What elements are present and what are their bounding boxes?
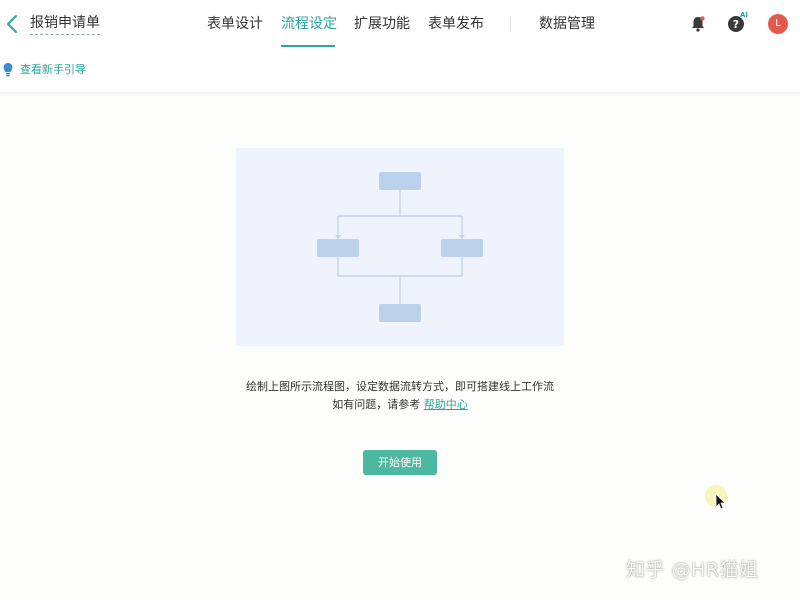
avatar[interactable]: L (768, 14, 788, 34)
active-tab-indicator (281, 45, 335, 47)
flowchart-diagram (317, 172, 483, 322)
guide-bar: 查看新手引导 (0, 48, 800, 92)
flow-node-end (379, 304, 421, 322)
tab-extensions[interactable]: 扩展功能 (354, 15, 410, 33)
watermark: 知乎 @HR猫姐 (626, 559, 759, 581)
chevron-left-icon[interactable] (4, 12, 20, 36)
flow-node-branch-right (441, 239, 483, 257)
description-line-1: 绘制上图所示流程图，设定数据流转方式，即可搭建线上工作流 (246, 380, 554, 393)
tab-form-publish[interactable]: 表单发布 (428, 15, 484, 33)
flow-node-branch-left (317, 239, 359, 257)
tab-divider (510, 16, 511, 32)
tab-form-design[interactable]: 表单设计 (207, 15, 263, 33)
help-center-link[interactable]: 帮助中心 (424, 398, 468, 411)
description-prefix: 如有问题，请参考 (332, 398, 421, 411)
flow-node-start (379, 172, 421, 190)
flowchart-illustration (236, 148, 564, 346)
new-user-guide-link[interactable]: 查看新手引导 (20, 63, 86, 77)
svg-text:?: ? (733, 18, 739, 31)
tab-data-management[interactable]: 数据管理 (539, 15, 595, 33)
lightbulb-icon[interactable] (2, 62, 14, 78)
tab-flow-settings[interactable]: 流程设定 (281, 15, 337, 33)
top-bar: 报销申请单 表单设计 流程设定 扩展功能 表单发布 数据管理 ? AI L (0, 0, 800, 49)
form-title[interactable]: 报销申请单 (30, 14, 100, 35)
bell-icon[interactable] (688, 14, 708, 34)
start-button[interactable]: 开始使用 (363, 450, 437, 475)
description-line-2: 如有问题，请参考 帮助中心 (200, 398, 600, 412)
ai-badge: AI (740, 11, 749, 19)
mouse-cursor-icon (705, 485, 727, 510)
